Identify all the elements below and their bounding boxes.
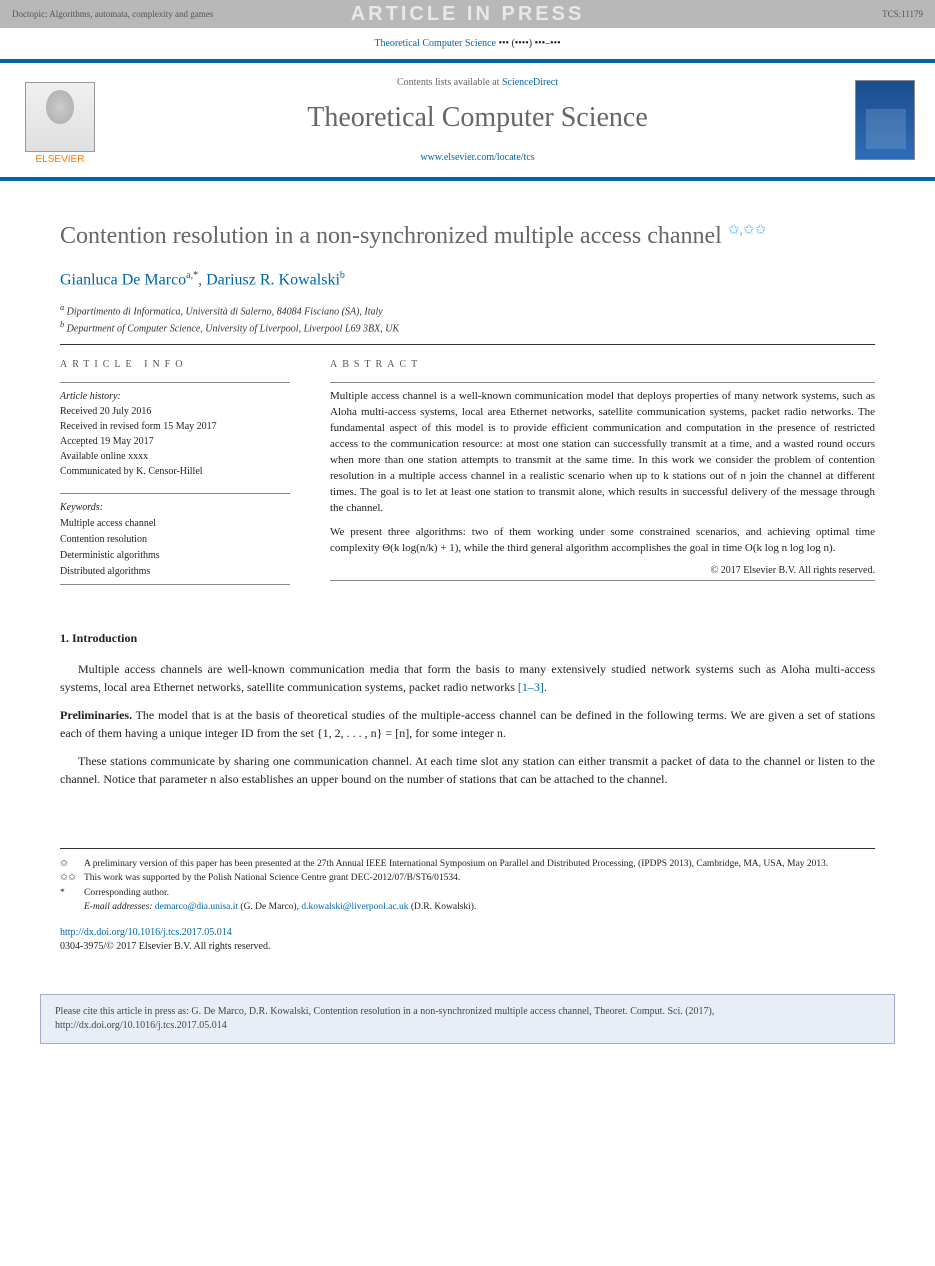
article-history: Article history: Received 20 July 2016 R…: [60, 389, 290, 479]
history-received: Received 20 July 2016: [60, 404, 290, 419]
article-info-column: ARTICLE INFO Article history: Received 2…: [60, 359, 290, 591]
intro-paragraph-2: These stations communicate by sharing on…: [60, 752, 875, 788]
watermark-text: ARTICLE IN PRESS: [351, 3, 585, 26]
author-2[interactable]: Dariusz R. Kowalski: [206, 272, 340, 289]
keyword: Distributed algorithms: [60, 564, 290, 580]
section-heading-intro: 1. Introduction: [60, 631, 875, 646]
abstract-paragraph-1: Multiple access channel is a well-known …: [330, 389, 875, 517]
email-link-1[interactable]: demarco@dia.unisa.it: [155, 902, 238, 912]
reference-link[interactable]: [1–3]: [518, 680, 544, 694]
divider: [330, 382, 875, 383]
history-label: Article history:: [60, 389, 290, 404]
article-title: Contention resolution in a non-synchroni…: [60, 221, 875, 252]
abstract-copyright: © 2017 Elsevier B.V. All rights reserved…: [330, 565, 875, 576]
star-icon: ✩: [60, 857, 78, 871]
footnote-corresponding: * Corresponding author.: [60, 886, 875, 900]
history-communicated: Communicated by K. Censor-Hillel: [60, 464, 290, 479]
doi-block: http://dx.doi.org/10.1016/j.tcs.2017.05.…: [60, 926, 875, 954]
doctopic-label: Doctopic: Algorithms, automata, complexi…: [12, 9, 213, 19]
keywords-block: Keywords: Multiple access channel Conten…: [60, 500, 290, 580]
abstract-label: ABSTRACT: [330, 359, 875, 370]
asterisk-icon: *: [60, 886, 78, 900]
info-abstract-row: ARTICLE INFO Article history: Received 2…: [60, 359, 875, 591]
keywords-label: Keywords:: [60, 500, 290, 516]
abstract-paragraph-2: We present three algorithms: two of them…: [330, 525, 875, 557]
history-online: Available online xxxx: [60, 449, 290, 464]
footnote-emails: E-mail addresses: demarco@dia.unisa.it (…: [60, 900, 875, 914]
doi-link[interactable]: http://dx.doi.org/10.1016/j.tcs.2017.05.…: [60, 927, 232, 938]
elsevier-text: ELSEVIER: [36, 154, 85, 165]
title-footnote-marks: ✩,✩✩: [728, 223, 767, 238]
citation-box: Please cite this article in press as: G.…: [40, 994, 895, 1044]
article-id: TCS:11179: [882, 9, 923, 19]
keyword: Multiple access channel: [60, 516, 290, 532]
preliminaries-paragraph: Preliminaries. The model that is at the …: [60, 706, 875, 742]
journal-header-center: Contents lists available at ScienceDirec…: [120, 77, 835, 164]
preliminaries-label: Preliminaries.: [60, 708, 132, 722]
author-2-affil: b: [340, 270, 345, 281]
abstract-column: ABSTRACT Multiple access channel is a we…: [330, 359, 875, 591]
author-1[interactable]: Gianluca De Marco: [60, 272, 186, 289]
article-in-press-banner: Doctopic: Algorithms, automata, complexi…: [0, 0, 935, 28]
keyword: Deterministic algorithms: [60, 548, 290, 564]
divider: [60, 584, 290, 585]
divider: [60, 344, 875, 345]
elsevier-logo[interactable]: ELSEVIER: [20, 75, 100, 165]
history-accepted: Accepted 19 May 2017: [60, 434, 290, 449]
affiliation-a: a Dipartimento di Informatica, Universit…: [60, 302, 875, 319]
footnotes: ✩ A preliminary version of this paper ha…: [60, 848, 875, 914]
double-star-icon: ✩✩: [60, 871, 78, 885]
introduction-section: 1. Introduction Multiple access channels…: [60, 631, 875, 788]
affiliation-b: b Department of Computer Science, Univer…: [60, 319, 875, 336]
article-info-label: ARTICLE INFO: [60, 359, 290, 370]
divider: [330, 580, 875, 581]
running-citation: Theoretical Computer Science ••• (••••) …: [0, 28, 935, 59]
footnote-2: ✩✩ This work was supported by the Polish…: [60, 871, 875, 885]
email-link-2[interactable]: d.kowalski@liverpool.ac.uk: [301, 902, 408, 912]
history-revised: Received in revised form 15 May 2017: [60, 419, 290, 434]
sciencedirect-link[interactable]: ScienceDirect: [502, 77, 558, 88]
journal-header: ELSEVIER Contents lists available at Sci…: [0, 59, 935, 181]
contents-available-line: Contents lists available at ScienceDirec…: [120, 77, 835, 88]
journal-cover-thumbnail[interactable]: [855, 80, 915, 160]
footnote-1: ✩ A preliminary version of this paper ha…: [60, 857, 875, 871]
email-label: E-mail addresses:: [84, 902, 155, 912]
intro-paragraph-1: Multiple access channels are well-known …: [60, 660, 875, 696]
divider: [60, 493, 290, 494]
author-list: Gianluca De Marcoa,*, Dariusz R. Kowalsk…: [60, 270, 875, 289]
keyword: Contention resolution: [60, 532, 290, 548]
elsevier-tree-icon: [25, 82, 95, 152]
article-body: Contention resolution in a non-synchroni…: [0, 181, 935, 974]
journal-locate-link[interactable]: www.elsevier.com/locate/tcs: [420, 152, 534, 163]
citation-journal-link[interactable]: Theoretical Computer Science: [374, 38, 496, 49]
issn-copyright: 0304-3975/© 2017 Elsevier B.V. All right…: [60, 941, 270, 952]
affiliations: a Dipartimento di Informatica, Universit…: [60, 302, 875, 337]
divider: [60, 382, 290, 383]
journal-title: Theoretical Computer Science: [120, 102, 835, 134]
